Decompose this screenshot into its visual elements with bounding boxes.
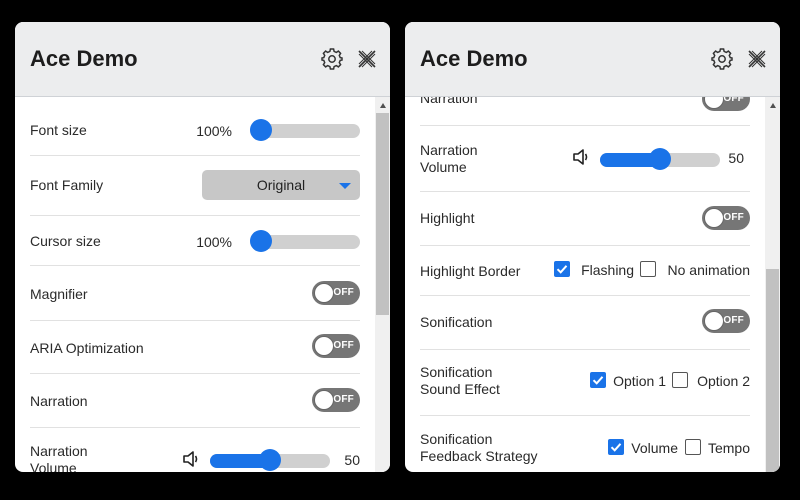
sonification-toggle[interactable]: OFF	[702, 309, 750, 333]
checkmark-icon	[610, 443, 622, 452]
toggle-state: OFF	[333, 340, 354, 351]
option-2-label: Option 2	[697, 373, 750, 389]
narration-label: Narration	[30, 393, 88, 409]
narration-volume-value: 50	[728, 150, 744, 166]
aria-optimization-row: ARIA Optimization OFF	[30, 320, 360, 374]
checkmark-icon	[556, 265, 568, 274]
cursor-size-value: 100%	[196, 234, 232, 250]
no-animation-label: No animation	[667, 262, 751, 278]
settings-button[interactable]	[319, 46, 345, 72]
narration-label: Narration	[420, 97, 478, 106]
narration-volume-label: Narration Volume	[420, 142, 478, 175]
tempo-checkbox[interactable]	[685, 439, 701, 455]
slider-thumb[interactable]	[250, 119, 272, 141]
sonification-label: Sonification	[420, 314, 493, 330]
scrollbar-thumb[interactable]	[376, 113, 389, 315]
highlight-border-label: Highlight Border	[420, 263, 521, 279]
highlight-label: Highlight	[420, 210, 475, 226]
scrollbar-thumb[interactable]	[766, 269, 779, 472]
toggle-state: OFF	[723, 315, 744, 326]
cursor-size-row: Cursor size 100%	[30, 215, 360, 266]
panel-title: Ace Demo	[420, 46, 528, 71]
narration-volume-slider[interactable]	[600, 147, 720, 170]
font-family-value: Original	[256, 177, 306, 193]
font-family-row: Font Family Original	[30, 155, 360, 216]
scrollbar[interactable]	[765, 97, 780, 472]
narration-volume-row: Narration Volume 50	[420, 125, 750, 192]
narration-volume-label: Narration Volume	[30, 443, 88, 472]
highlight-row: Highlight OFF	[420, 191, 750, 246]
panel-body: Narration OFF Narration Volume 50 Highli…	[405, 97, 780, 472]
narration-row: Narration OFF	[30, 373, 360, 428]
sonification-row: Sonification OFF	[420, 295, 750, 350]
narration-row: Narration OFF	[420, 97, 750, 126]
scrollbar[interactable]	[375, 97, 390, 472]
magnifier-label: Magnifier	[30, 286, 88, 302]
toggle-state: OFF	[723, 212, 744, 223]
aria-optimization-toggle[interactable]: OFF	[312, 334, 360, 358]
close-button[interactable]	[354, 46, 380, 72]
font-family-select[interactable]: Original	[202, 170, 360, 200]
font-size-slider[interactable]	[250, 118, 360, 141]
narration-volume-slider[interactable]	[210, 448, 330, 471]
feedback-strategy-label: Sonification Feedback Strategy	[420, 431, 538, 464]
aria-optimization-label: ARIA Optimization	[30, 340, 144, 356]
option-1-checkbox[interactable]	[590, 372, 606, 388]
settings-panel-right: Ace Demo Narration OFF Narration Volume …	[405, 22, 780, 472]
panel-header: Ace Demo	[405, 22, 780, 97]
narration-volume-value: 50	[344, 452, 360, 468]
font-size-value: 100%	[196, 123, 232, 139]
volume-label: Volume	[631, 440, 678, 456]
sound-effect-label: Sonification Sound Effect	[420, 364, 500, 397]
speaker-icon	[572, 147, 592, 167]
toggle-state: OFF	[723, 97, 744, 104]
panel-header: Ace Demo	[15, 22, 390, 97]
close-button[interactable]	[744, 46, 770, 72]
font-family-label: Font Family	[30, 177, 104, 193]
font-size-label: Font size	[30, 122, 87, 138]
slider-thumb[interactable]	[250, 230, 272, 252]
gear-icon	[321, 48, 343, 70]
flashing-checkbox[interactable]	[554, 261, 570, 277]
scroll-up-arrow-icon[interactable]	[380, 103, 386, 108]
option-2-checkbox[interactable]	[672, 372, 688, 388]
close-icon	[748, 50, 766, 68]
gear-icon	[711, 48, 733, 70]
flashing-label: Flashing	[581, 262, 634, 278]
highlight-toggle[interactable]: OFF	[702, 206, 750, 230]
settings-button[interactable]	[709, 46, 735, 72]
scroll-up-arrow-icon[interactable]	[770, 103, 776, 108]
magnifier-row: Magnifier OFF	[30, 265, 360, 321]
tempo-label: Tempo	[707, 440, 750, 456]
dropdown-caret-icon	[339, 183, 351, 189]
volume-checkbox[interactable]	[608, 439, 624, 455]
option-1-label: Option 1	[613, 373, 666, 389]
panel-title: Ace Demo	[30, 46, 138, 71]
cursor-size-slider[interactable]	[250, 229, 360, 252]
cursor-size-label: Cursor size	[30, 233, 101, 249]
feedback-strategy-row: Sonification Feedback Strategy Volume Te…	[420, 415, 750, 472]
narration-toggle[interactable]: OFF	[312, 388, 360, 412]
no-animation-checkbox[interactable]	[640, 261, 656, 277]
font-size-row: Font size 100%	[30, 97, 360, 156]
narration-toggle[interactable]: OFF	[702, 97, 750, 111]
narration-volume-row: Narration Volume 50	[30, 427, 360, 472]
settings-panel-left: Ace Demo Font size 100% Font Family Orig…	[15, 22, 390, 472]
slider-thumb[interactable]	[649, 148, 671, 170]
sound-effect-row: Sonification Sound Effect Option 1 Optio…	[420, 349, 750, 416]
magnifier-toggle[interactable]: OFF	[312, 281, 360, 305]
highlight-border-row: Highlight Border Flashing No animation	[420, 245, 750, 296]
toggle-state: OFF	[333, 287, 354, 298]
toggle-state: OFF	[333, 394, 354, 405]
close-icon	[358, 50, 376, 68]
slider-thumb[interactable]	[259, 449, 281, 471]
speaker-icon	[182, 449, 202, 469]
checkmark-icon	[592, 376, 604, 385]
panel-body: Font size 100% Font Family Original Curs…	[15, 97, 390, 472]
